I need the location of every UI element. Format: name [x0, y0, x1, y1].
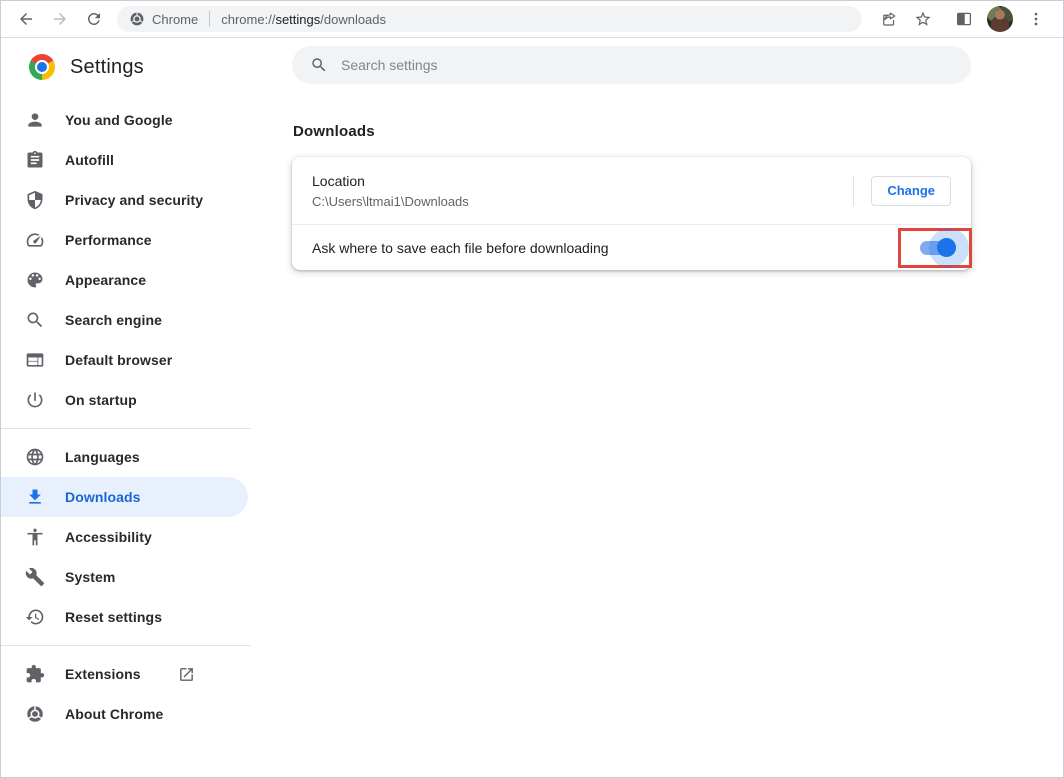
sidebar-item-appearance[interactable]: Appearance — [1, 260, 248, 300]
chrome-outline-icon — [25, 704, 45, 724]
reload-icon — [85, 10, 103, 28]
search-settings-input[interactable] — [341, 57, 953, 73]
chrome-mono-icon — [129, 11, 145, 27]
sidebar-item-downloads[interactable]: Downloads — [1, 477, 248, 517]
sidebar-item-search-engine[interactable]: Search engine — [1, 300, 248, 340]
palette-icon — [25, 270, 45, 290]
star-icon — [914, 10, 932, 28]
sidebar-item-languages[interactable]: Languages — [1, 437, 248, 477]
sidebar-item-label: Accessibility — [65, 529, 152, 545]
kebab-menu-icon — [1027, 10, 1045, 28]
ask-toggle-label: Ask where to save each file before downl… — [312, 240, 898, 256]
downloads-settings-card: Location C:\Users\ltmai1\Downloads Chang… — [292, 157, 971, 270]
row-divider — [853, 176, 854, 206]
download-icon — [25, 487, 45, 507]
address-bar[interactable]: Chrome chrome://settings/downloads — [117, 6, 862, 32]
sidebar-item-extensions[interactable]: Extensions — [1, 654, 248, 694]
sidebar-item-label: System — [65, 569, 115, 585]
side-panel-icon — [955, 10, 973, 28]
url-text: chrome://settings/downloads — [221, 12, 386, 27]
magnifier-icon — [25, 310, 45, 330]
search-icon — [310, 56, 328, 74]
puzzle-icon — [25, 664, 45, 684]
reload-button[interactable] — [80, 5, 108, 33]
omnibox-divider — [209, 11, 210, 27]
sidebar-item-label: Search engine — [65, 312, 162, 328]
nav-divider — [1, 428, 251, 429]
sidebar-item-you-and-google[interactable]: You and Google — [1, 100, 248, 140]
browser-window: Chrome chrome://settings/downloads — [0, 0, 1064, 778]
side-panel-button[interactable] — [950, 5, 978, 33]
ask-row: Ask where to save each file before downl… — [292, 225, 971, 270]
page-label: Chrome — [152, 12, 198, 27]
toggle-knob — [937, 238, 956, 257]
settings-content: Downloads Location C:\Users\ltmai1\Downl… — [251, 38, 1063, 777]
sidebar-item-privacy-and-security[interactable]: Privacy and security — [1, 180, 248, 220]
forward-arrow-icon — [51, 10, 69, 28]
sidebar-item-label: On startup — [65, 392, 137, 408]
sidebar-item-label: Privacy and security — [65, 192, 203, 208]
sidebar-item-performance[interactable]: Performance — [1, 220, 248, 260]
browser-toolbar: Chrome chrome://settings/downloads — [1, 1, 1063, 38]
sidebar-item-label: Appearance — [65, 272, 146, 288]
annotation-box — [898, 228, 972, 268]
location-label: Location — [312, 173, 853, 189]
shield-icon — [25, 190, 45, 210]
share-button[interactable] — [875, 5, 903, 33]
chrome-logo-icon — [29, 54, 55, 80]
sidebar-item-system[interactable]: System — [1, 557, 248, 597]
settings-nav: You and Google Autofill Privacy and secu… — [1, 100, 251, 734]
sidebar-item-label: Downloads — [65, 489, 141, 505]
sidebar-item-accessibility[interactable]: Accessibility — [1, 517, 248, 557]
back-button[interactable] — [12, 5, 40, 33]
share-icon — [880, 10, 898, 28]
profile-avatar[interactable] — [987, 6, 1013, 32]
sidebar-item-label: You and Google — [65, 112, 173, 128]
globe-icon — [25, 447, 45, 467]
sidebar-item-about-chrome[interactable]: About Chrome — [1, 694, 248, 734]
clipboard-icon — [25, 150, 45, 170]
location-path: C:\Users\ltmai1\Downloads — [312, 194, 853, 209]
sidebar-item-label: Extensions — [65, 666, 141, 682]
change-button[interactable]: Change — [871, 176, 951, 206]
browser-window-icon — [25, 350, 45, 370]
settings-title: Settings — [70, 56, 144, 79]
settings-brand: Settings — [1, 52, 251, 82]
bookmark-button[interactable] — [909, 5, 937, 33]
sidebar-item-default-browser[interactable]: Default browser — [1, 340, 248, 380]
sidebar-item-label: Performance — [65, 232, 152, 248]
wrench-icon — [25, 567, 45, 587]
sidebar-item-label: Reset settings — [65, 609, 162, 625]
back-arrow-icon — [17, 10, 35, 28]
power-icon — [25, 390, 45, 410]
sidebar-item-label: Languages — [65, 449, 140, 465]
location-row: Location C:\Users\ltmai1\Downloads Chang… — [292, 157, 971, 224]
ask-toggle[interactable] — [898, 228, 972, 268]
accessibility-icon — [25, 527, 45, 547]
history-icon — [25, 607, 45, 627]
menu-button[interactable] — [1022, 5, 1050, 33]
sidebar-item-autofill[interactable]: Autofill — [1, 140, 248, 180]
sidebar-item-label: About Chrome — [65, 706, 163, 722]
external-link-icon — [178, 666, 195, 683]
settings-search-bar[interactable] — [292, 46, 971, 84]
page-title: Downloads — [292, 123, 971, 140]
sidebar-item-label: Autofill — [65, 152, 114, 168]
forward-button[interactable] — [46, 5, 74, 33]
sidebar-item-reset-settings[interactable]: Reset settings — [1, 597, 248, 637]
person-icon — [25, 110, 45, 130]
sidebar-item-on-startup[interactable]: On startup — [1, 380, 248, 420]
speedometer-icon — [25, 230, 45, 250]
settings-sidebar: Settings You and Google Autofill — [1, 38, 251, 777]
sidebar-item-label: Default browser — [65, 352, 172, 368]
nav-divider — [1, 645, 251, 646]
